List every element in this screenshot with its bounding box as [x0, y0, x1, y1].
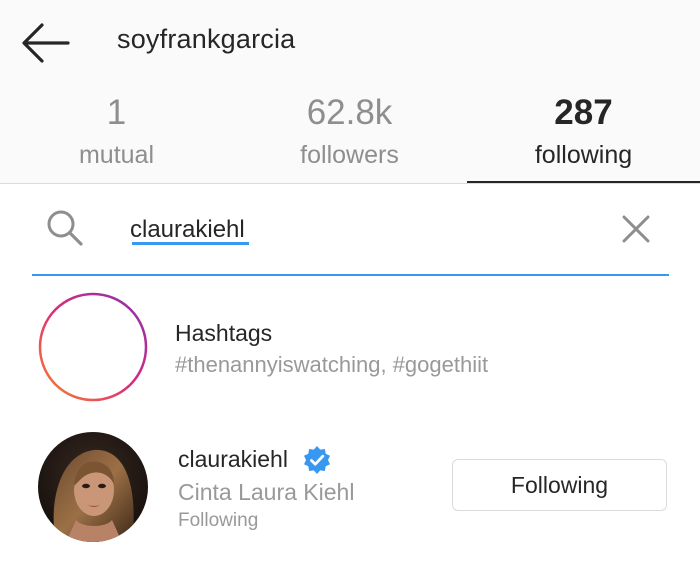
following-count: 287 — [554, 93, 613, 132]
following-button[interactable]: Following — [452, 459, 667, 511]
hashtag-icon — [38, 292, 148, 402]
arrow-left-icon — [22, 23, 70, 63]
tab-following[interactable]: 287 following — [467, 92, 700, 183]
magnifier-icon — [47, 210, 83, 246]
followers-label: followers — [300, 141, 399, 169]
avatar[interactable] — [38, 432, 148, 542]
header-divider — [0, 183, 700, 184]
following-label: following — [534, 141, 633, 169]
tab-mutual[interactable]: 1 mutual — [0, 92, 233, 183]
search-text-underline — [132, 242, 249, 245]
followers-count: 62.8k — [306, 93, 393, 132]
user-full-name: Cinta Laura Kiehl — [178, 479, 355, 505]
search-bar — [32, 196, 669, 276]
user-result-row[interactable]: claurakiehl Cinta Laura Kiehl Following … — [0, 430, 700, 545]
user-follow-status: Following — [178, 510, 259, 531]
mutual-label: mutual — [78, 141, 155, 169]
close-icon — [622, 215, 650, 243]
avatar-photo — [38, 432, 148, 542]
hashtags-subtitle: #thenannyiswatching, #gogethiit — [175, 352, 489, 377]
tab-followers[interactable]: 62.8k followers — [233, 92, 466, 183]
verified-badge-icon — [304, 446, 330, 474]
profile-header: soyfrankgarcia 1 mutual 62.8k followers … — [0, 0, 700, 183]
clear-search-button[interactable] — [621, 214, 651, 244]
hashtags-title: Hashtags — [175, 320, 273, 346]
user-username: claurakiehl — [178, 446, 288, 472]
back-button[interactable] — [18, 22, 72, 64]
profile-username-title: soyfrankgarcia — [117, 24, 296, 54]
hashtags-result-row[interactable]: Hashtags #thenannyiswatching, #gogethiit — [0, 290, 700, 402]
mutual-count: 1 — [106, 93, 127, 132]
